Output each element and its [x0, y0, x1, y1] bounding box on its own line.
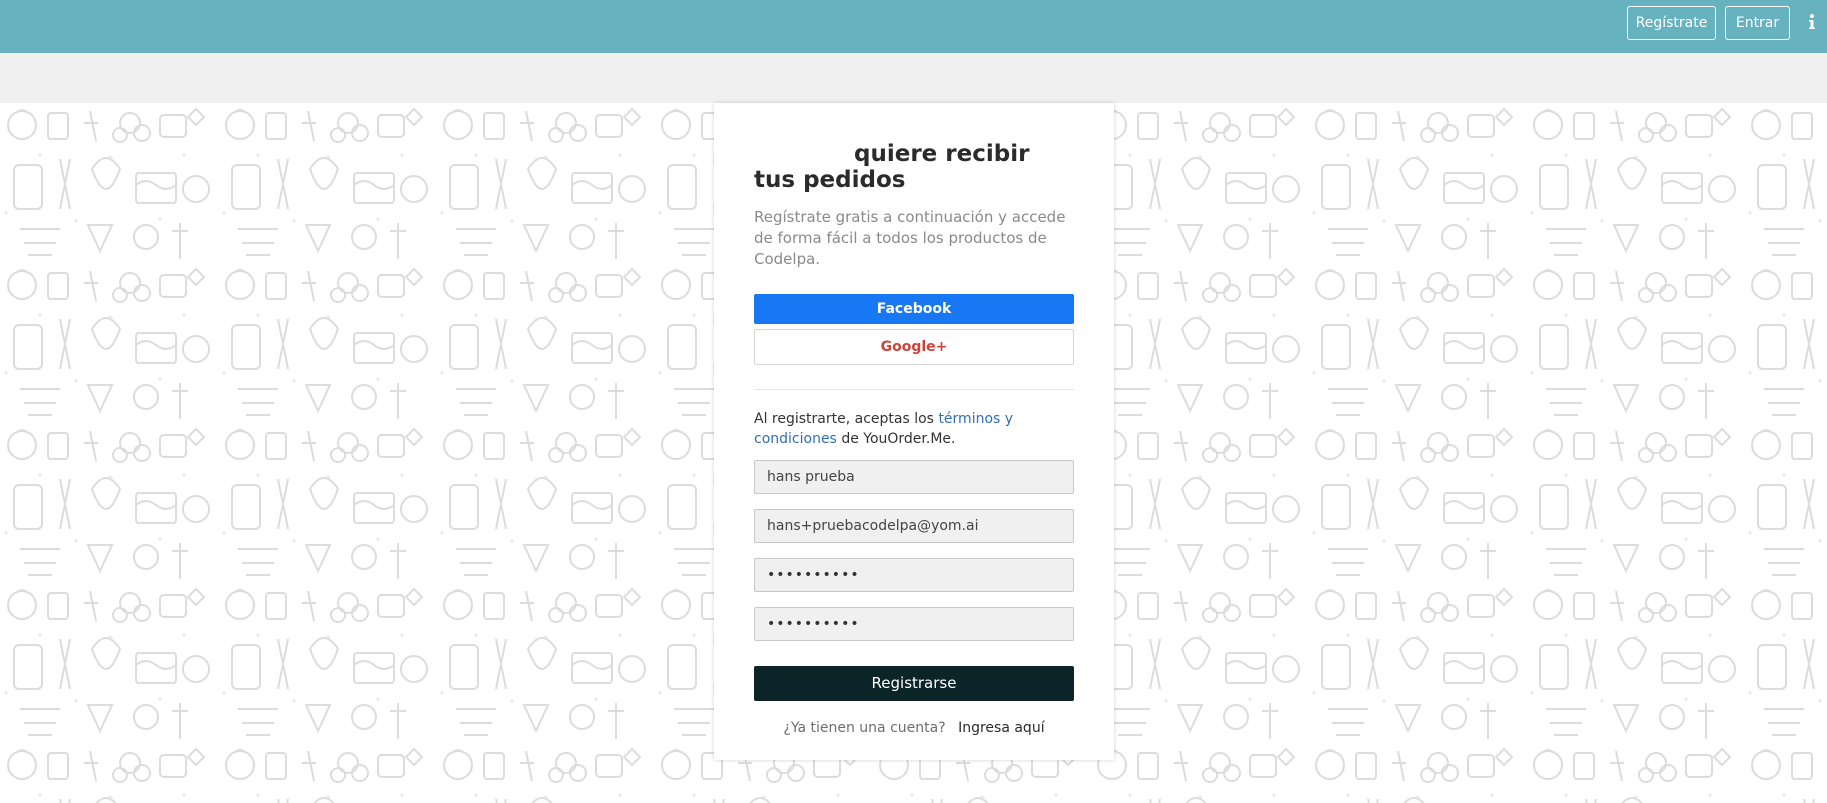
email-field[interactable]: hans+pruebacodelpa@yom.ai [754, 509, 1074, 543]
terms-text: Al registrarte, aceptas los términos y c… [754, 409, 1084, 449]
terms-suffix: de YouOrder.Me. [841, 431, 956, 447]
top-navbar: Regístrate Entrar [0, 0, 1827, 53]
register-submit-button[interactable]: Registrarse [754, 666, 1074, 701]
password-confirm-field[interactable]: •••••••••• [754, 607, 1074, 641]
page-title: quiere recibir tus pedidos [754, 141, 1030, 193]
info-icon[interactable] [1806, 12, 1818, 32]
login-question: ¿Ya tienen una cuenta? [783, 720, 946, 736]
terms-prefix: Al registrarte, aceptas los [754, 411, 934, 427]
subtitle: Regístrate gratis a continuación y acced… [754, 208, 1066, 268]
registration-card: quiere recibir tus pedidos Regístrate gr… [714, 103, 1114, 760]
login-link[interactable]: Ingresa aquí [958, 720, 1045, 736]
name-field[interactable]: hans prueba [754, 460, 1074, 494]
login-button[interactable]: Entrar [1725, 6, 1790, 40]
divider [754, 389, 1074, 390]
header-spacer [0, 53, 1827, 103]
google-plus-button[interactable]: Google+ [754, 329, 1074, 365]
register-button[interactable]: Regístrate [1627, 6, 1716, 40]
password-field[interactable]: •••••••••• [754, 558, 1074, 592]
login-prompt: ¿Ya tienen una cuenta? Ingresa aquí [714, 720, 1114, 736]
facebook-button[interactable]: Facebook [754, 294, 1074, 324]
